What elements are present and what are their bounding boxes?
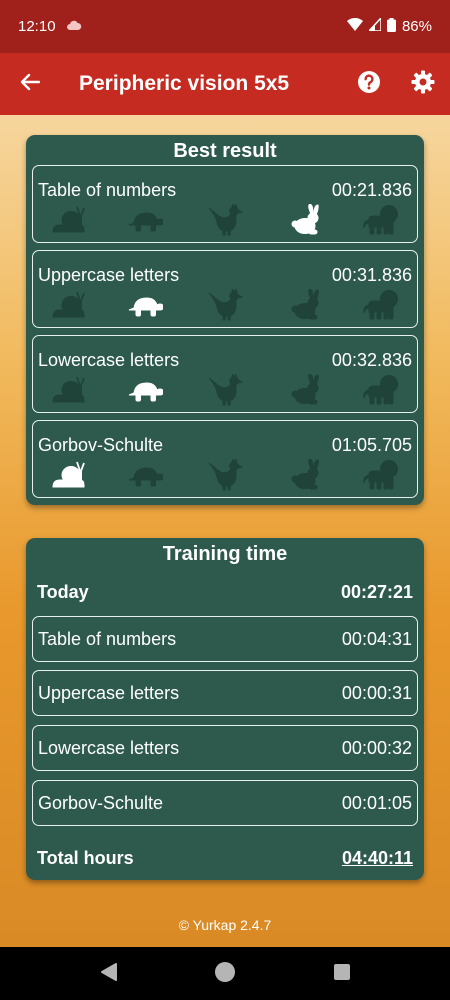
time-label: Lowercase letters xyxy=(38,737,180,758)
time-item-table-of-numbers[interactable]: Table of numbers 00:04:31 xyxy=(32,616,418,662)
result-value: 01:05.705 xyxy=(331,435,412,455)
lion-icon xyxy=(362,459,398,491)
time-value: 00:00:31 xyxy=(341,682,412,703)
turtle-icon xyxy=(127,204,163,236)
gear-icon xyxy=(411,70,435,99)
circle-home-icon xyxy=(214,961,236,988)
footer-copyright: © Yurkap 2.4.7 xyxy=(178,917,272,933)
battery-percent: 86% xyxy=(401,18,432,35)
animal-rating xyxy=(33,459,417,493)
lion-icon xyxy=(362,204,398,236)
time-item-lowercase-letters[interactable]: Lowercase letters 00:00:32 xyxy=(32,725,418,771)
battery-icon xyxy=(386,17,396,36)
wifi-icon xyxy=(346,17,363,35)
time-label: Uppercase letters xyxy=(38,682,180,703)
training-time-card: Training time Today 00:27:21 Table of nu… xyxy=(26,538,424,880)
turtle-icon xyxy=(127,459,163,491)
best-result-card: Best result Table of numbers 00:21.836 U… xyxy=(26,135,424,505)
animal-rating xyxy=(33,289,417,323)
snail-icon xyxy=(50,459,86,491)
rabbit-icon xyxy=(287,289,323,321)
time-item-gorbov-schulte[interactable]: Gorbov-Schulte 00:01:05 xyxy=(32,780,418,826)
page-title: Peripheric vision 5x5 xyxy=(79,72,290,95)
total-row: Total hours 04:40:11 xyxy=(37,844,413,872)
result-item-gorbov-schulte[interactable]: Gorbov-Schulte 01:05.705 xyxy=(32,420,418,498)
best-result-title: Best result xyxy=(173,140,277,162)
back-button[interactable] xyxy=(0,53,60,115)
rabbit-icon xyxy=(287,459,323,491)
rooster-icon xyxy=(207,204,243,236)
status-indicators: 86% xyxy=(346,16,432,36)
nav-home-button[interactable] xyxy=(212,961,238,987)
back-arrow-icon xyxy=(20,73,41,96)
snail-icon xyxy=(50,374,86,406)
rooster-icon xyxy=(207,374,243,406)
turtle-icon xyxy=(127,374,163,406)
result-label: Table of numbers xyxy=(38,180,177,200)
result-label: Uppercase letters xyxy=(38,265,180,285)
settings-button[interactable] xyxy=(396,53,450,115)
lion-icon xyxy=(362,289,398,321)
time-label: Gorbov-Schulte xyxy=(38,792,164,813)
help-icon xyxy=(357,70,381,99)
nav-recents-button[interactable] xyxy=(329,961,355,987)
snail-icon xyxy=(50,204,86,236)
rabbit-icon xyxy=(287,204,323,236)
result-item-table-of-numbers[interactable]: Table of numbers 00:21.836 xyxy=(32,165,418,243)
rooster-icon xyxy=(207,289,243,321)
main-content: Best result Table of numbers 00:21.836 U… xyxy=(0,115,450,947)
cloud-icon xyxy=(66,18,82,35)
today-value: 00:27:21 xyxy=(340,581,413,602)
time-label: Table of numbers xyxy=(38,628,177,649)
triangle-back-icon xyxy=(100,962,118,987)
system-nav-bar xyxy=(0,947,450,1000)
animal-rating xyxy=(33,374,417,408)
turtle-icon xyxy=(127,289,163,321)
total-label: Total hours xyxy=(37,847,134,868)
result-value: 00:21.836 xyxy=(331,180,412,200)
result-item-lowercase-letters[interactable]: Lowercase letters 00:32.836 xyxy=(32,335,418,413)
status-bar: 12:10 86% xyxy=(0,0,450,53)
animal-rating xyxy=(33,204,417,238)
square-recents-icon xyxy=(333,963,351,986)
today-row: Today 00:27:21 xyxy=(37,578,413,606)
result-value: 00:31.836 xyxy=(331,265,412,285)
total-value[interactable]: 04:40:11 xyxy=(342,848,413,869)
app-bar: Peripheric vision 5x5 xyxy=(0,53,450,115)
nav-back-button[interactable] xyxy=(96,961,122,987)
time-item-uppercase-letters[interactable]: Uppercase letters 00:00:31 xyxy=(32,670,418,716)
time-value: 00:01:05 xyxy=(341,792,412,813)
lion-icon xyxy=(362,374,398,406)
result-value: 00:32.836 xyxy=(331,350,412,370)
today-label: Today xyxy=(37,581,89,602)
training-time-title: Training time xyxy=(162,543,288,565)
time-value: 00:00:32 xyxy=(341,737,412,758)
status-time: 12:10 xyxy=(18,18,56,35)
time-value: 00:04:31 xyxy=(341,628,412,649)
signal-icon xyxy=(367,16,382,35)
result-label: Gorbov-Schulte xyxy=(38,435,164,455)
result-label: Lowercase letters xyxy=(38,350,180,370)
rabbit-icon xyxy=(287,374,323,406)
result-item-uppercase-letters[interactable]: Uppercase letters 00:31.836 xyxy=(32,250,418,328)
rooster-icon xyxy=(207,459,243,491)
help-button[interactable] xyxy=(342,53,396,115)
snail-icon xyxy=(50,289,86,321)
